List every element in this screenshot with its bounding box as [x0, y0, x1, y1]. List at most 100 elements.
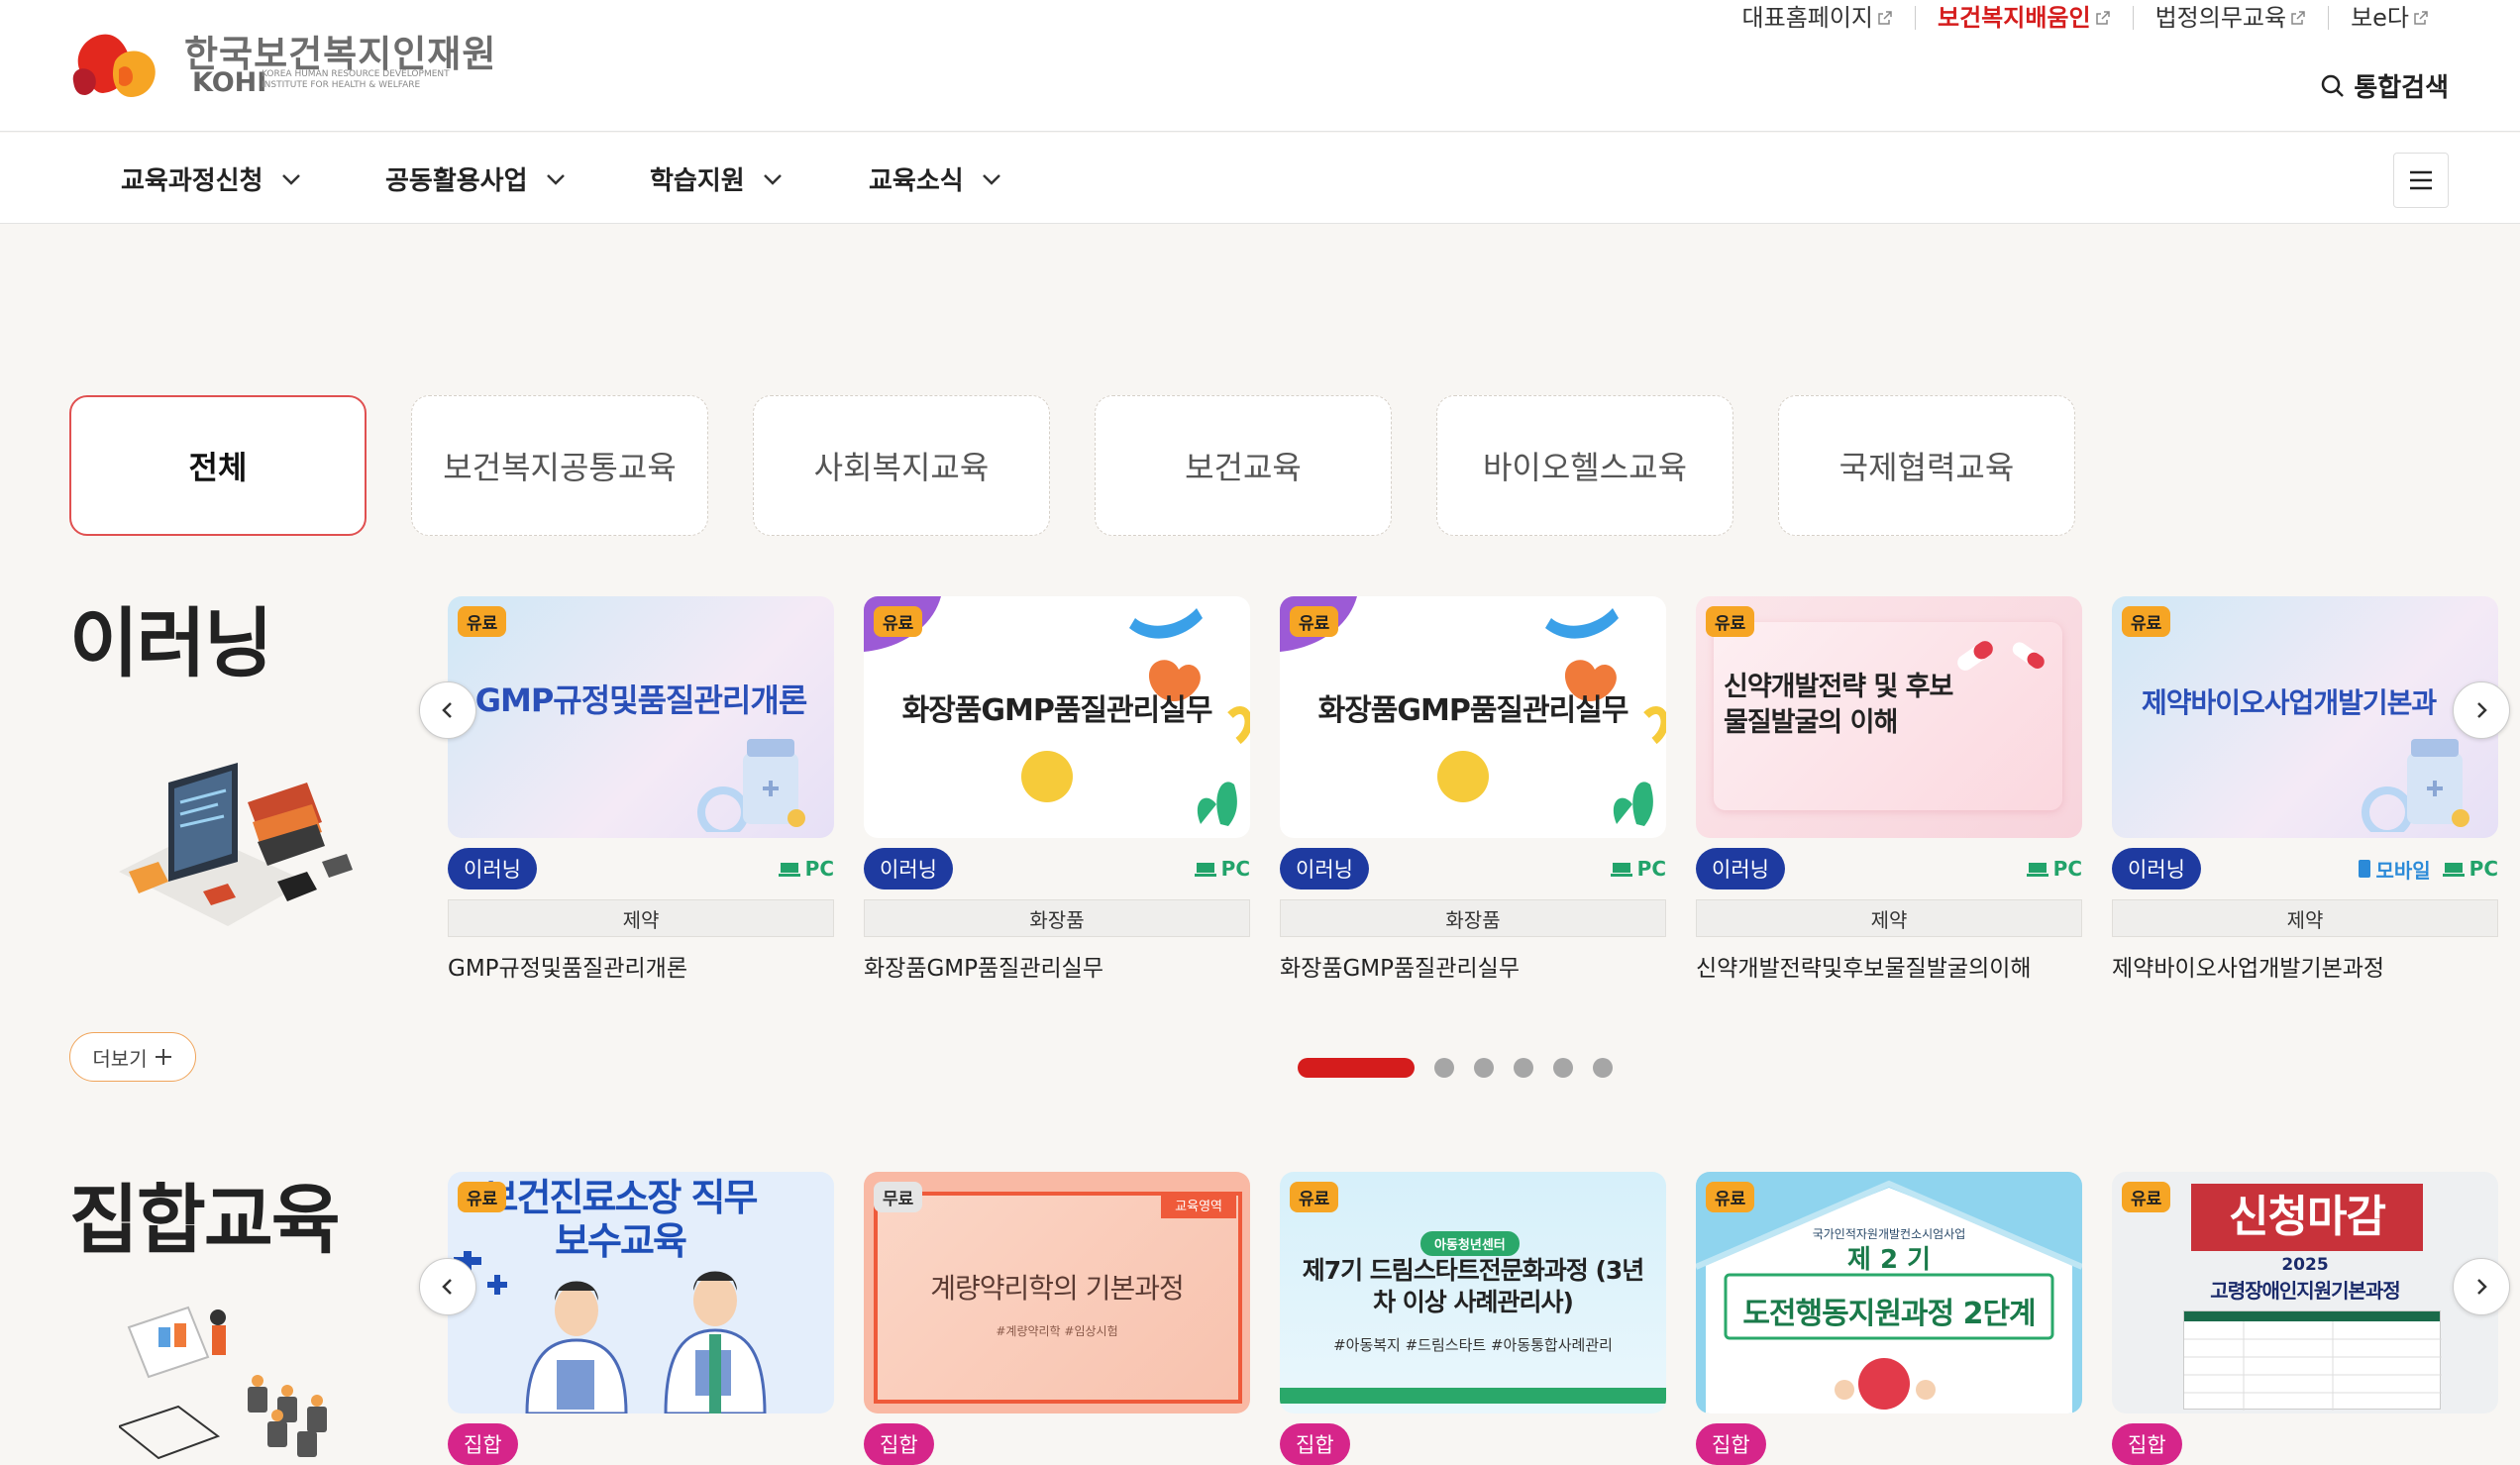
course-thumbnail[interactable]: 유료 화장품GMP품질관리실무 — [1280, 596, 1666, 838]
thumbnail-title: 보건진료소장 직무보수교육 — [483, 1176, 759, 1263]
course-type-pill: 집합 — [448, 1423, 518, 1465]
pagination-dot[interactable] — [1434, 1058, 1454, 1078]
group-next-arrow[interactable] — [2453, 1258, 2510, 1315]
pc-device-label: PC — [1194, 857, 1250, 881]
chevron-left-icon — [442, 702, 452, 718]
course-thumbnail[interactable]: 신청마감 유료 2025 고령장애인지원기본과정 — [2112, 1172, 2498, 1413]
closed-stamp: 신청마감 — [2191, 1184, 2423, 1251]
plus-icon — [155, 1049, 171, 1065]
elearning-illustration — [119, 763, 353, 926]
elearning-next-arrow[interactable] — [2453, 681, 2510, 739]
pagination-dot[interactable] — [1593, 1058, 1613, 1078]
util-link-learning[interactable]: 보건복지배움인 — [1915, 6, 2133, 30]
all-menu-button[interactable] — [2393, 153, 2449, 208]
util-link-mandatory-education[interactable]: 법정의무교육 — [2132, 6, 2328, 30]
course-card[interactable]: 유료 아동청년센터 제7기 드림스타트전문화과정 (3년차 이상 사례관리사) … — [1280, 1172, 1666, 1465]
course-type-pill: 이러닝 — [864, 848, 953, 889]
price-badge: 유료 — [2122, 1182, 2171, 1212]
chevron-right-icon — [2477, 1279, 2487, 1295]
external-link-icon — [2414, 11, 2428, 25]
course-meta-row: 집합 — [864, 1423, 1250, 1465]
util-link-boeda[interactable]: 보e다 — [2328, 6, 2451, 30]
elearning-prev-arrow[interactable] — [419, 681, 476, 739]
course-name[interactable]: 화장품GMP품질관리실무 — [864, 949, 1250, 983]
logo-english-name: KOHI — [192, 67, 267, 98]
course-meta-row: 집합 — [1280, 1423, 1666, 1465]
schedule-table — [2183, 1310, 2442, 1411]
nav-item-course-application[interactable]: 교육과정신청 — [121, 160, 301, 197]
smartphone-icon — [2359, 860, 2371, 878]
classroom-illustration — [119, 1306, 327, 1460]
thumbnail-title: 계량약리학의 기본과정 — [930, 1272, 1185, 1305]
thumbnail-title: 제약바이오사업개발기본과 — [2142, 686, 2437, 719]
device-label: PC — [804, 857, 834, 881]
course-card[interactable]: 신청마감 유료 2025 고령장애인지원기본과정 집합 — [2112, 1172, 2498, 1465]
course-card[interactable]: 유료 화장품GMP품질관리실무 이러닝 PC 화장품 화장품GMP품질관리실무 — [1280, 596, 1666, 983]
course-meta-row: 이러닝 PC — [1696, 848, 2082, 889]
tab-health-welfare-common[interactable]: 보건복지공통교육 — [411, 395, 708, 536]
course-name[interactable]: 신약개발전략및후보물질발굴의이해 — [1696, 949, 2082, 983]
monitor-icon — [1610, 863, 1632, 877]
medicine-bottle-icon — [2362, 739, 2469, 832]
nav-item-label: 교육과정신청 — [121, 166, 263, 196]
nav-item-education-news[interactable]: 교육소식 — [869, 160, 1001, 197]
course-thumbnail[interactable]: 유료 신약개발전략 및 후보물질발굴의 이해 — [1696, 596, 2082, 838]
tab-health[interactable]: 보건교육 — [1095, 395, 1392, 536]
course-thumbnail[interactable]: 유료 제약바이오사업개발기본과 — [2112, 596, 2498, 838]
site-logo[interactable]: 한국보건복지인재원 KOHI KOREA HUMAN RESOURCE DEVE… — [67, 22, 503, 105]
slider-pagination — [1298, 1058, 1613, 1078]
pagination-dot[interactable] — [1474, 1058, 1494, 1078]
tab-all[interactable]: 전체 — [69, 395, 367, 536]
integrated-search-button[interactable]: 통합검색 — [2320, 67, 2449, 104]
course-name[interactable]: 제약바이오사업개발기본과정 — [2112, 949, 2498, 983]
nav-item-shared-projects[interactable]: 공동활용사업 — [385, 160, 566, 197]
price-badge: 무료 — [874, 1182, 923, 1212]
top-header: 한국보건복지인재원 KOHI KOREA HUMAN RESOURCE DEVE… — [0, 0, 2520, 132]
course-card[interactable]: 유료 국가인적자원개발컨소시엄사업 제 2 기 도전행동지원과정 2단계 집합 — [1696, 1172, 2082, 1465]
pc-device-label: PC — [2026, 857, 2082, 881]
course-card[interactable]: 유료 신약개발전략 및 후보물질발굴의 이해 이러닝 PC 제약 신약개발전략및… — [1696, 596, 2082, 983]
course-name[interactable]: 화장품GMP품질관리실무 — [1280, 949, 1666, 983]
course-thumbnail[interactable]: 유료 아동청년센터 제7기 드림스타트전문화과정 (3년차 이상 사례관리사) … — [1280, 1172, 1666, 1413]
tab-international-cooperation[interactable]: 국제협력교육 — [1778, 395, 2075, 536]
course-thumbnail[interactable]: 유료 GMP규정및품질관리개론 — [448, 596, 834, 838]
tab-social-welfare[interactable]: 사회복지교육 — [753, 395, 1050, 536]
course-card[interactable]: 유료 보건진료소장 직무보수교육 집합 — [448, 1172, 834, 1465]
chevron-left-icon — [442, 1279, 452, 1295]
nav-item-learning-support[interactable]: 학습지원 — [650, 160, 783, 197]
course-type-pill: 이러닝 — [1280, 848, 1369, 889]
monitor-icon — [2026, 863, 2048, 877]
course-thumbnail[interactable]: 유료 화장품GMP품질관리실무 — [864, 596, 1250, 838]
course-thumbnail[interactable]: 유료 보건진료소장 직무보수교육 — [448, 1172, 834, 1413]
more-button[interactable]: 더보기 — [69, 1032, 196, 1082]
course-card[interactable]: 유료 GMP규정및품질관리개론 이러닝 PC 제약 GMP규정및품질관리개론 — [448, 596, 834, 983]
monitor-icon — [778, 863, 800, 877]
pc-device-label: PC — [2442, 855, 2498, 884]
course-card[interactable]: 무료 교육영역 계량약리학의 기본과정 #계량약리학 #임상시험 집합 — [864, 1172, 1250, 1465]
course-name[interactable]: GMP규정및품질관리개론 — [448, 949, 834, 983]
chevron-down-icon — [763, 173, 782, 185]
device-label: PC — [1636, 857, 1666, 881]
pagination-dot-active[interactable] — [1298, 1058, 1415, 1078]
course-thumbnail[interactable]: 무료 교육영역 계량약리학의 기본과정 #계량약리학 #임상시험 — [864, 1172, 1250, 1413]
course-type-pill: 집합 — [1280, 1423, 1350, 1465]
thumbnail-year: 2025 — [2281, 1255, 2329, 1275]
pagination-dot[interactable] — [1514, 1058, 1533, 1078]
group-prev-arrow[interactable] — [419, 1258, 476, 1315]
course-card[interactable]: 유료 제약바이오사업개발기본과 이러닝 모바일 PC 제약 제약바이오사업개발기… — [2112, 596, 2498, 983]
schedule-table-header — [2184, 1311, 2440, 1321]
course-meta-row: 이러닝 모바일 PC — [2112, 848, 2498, 889]
pagination-dot[interactable] — [1553, 1058, 1573, 1078]
course-card[interactable]: 유료 화장품GMP품질관리실무 이러닝 PC 화장품 화장품GMP품질관리실무 — [864, 596, 1250, 983]
mobile-device-label: 모바일 — [2359, 855, 2431, 884]
chevron-down-icon — [546, 173, 565, 185]
tab-biohealth[interactable]: 바이오헬스교육 — [1436, 395, 1733, 536]
util-link-label: 대표홈페이지 — [1741, 4, 1874, 32]
logo-mark-icon — [72, 34, 156, 97]
price-badge: 유료 — [1706, 1182, 1755, 1212]
course-thumbnail[interactable]: 유료 국가인적자원개발컨소시엄사업 제 2 기 도전행동지원과정 2단계 — [1696, 1172, 2082, 1413]
monitor-icon — [1194, 863, 1216, 877]
more-label: 더보기 — [92, 1046, 148, 1071]
search-label: 통합검색 — [2354, 73, 2449, 103]
util-link-main-homepage[interactable]: 대표홈페이지 — [1721, 6, 1915, 30]
